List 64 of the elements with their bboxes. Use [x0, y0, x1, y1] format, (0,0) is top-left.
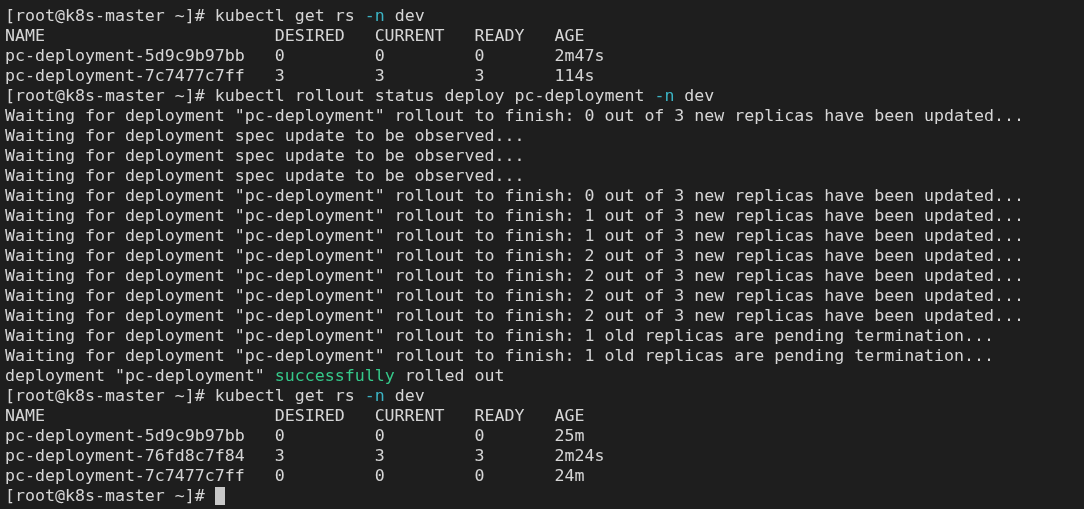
shell-prompt: [root@k8s-master ~]# — [5, 86, 205, 106]
output-text: dev — [393, 6, 425, 26]
output-text: kubectl rollout status deploy pc-deployment — [214, 86, 646, 106]
column-header: READY — [474, 406, 525, 426]
output-text: Waiting for deployment "pc-deployment" rollout to finish: 2 out of 3 new replicas have been updated... — [5, 306, 1024, 326]
ready-cell: 0 — [474, 46, 485, 66]
ready-cell: 3 — [474, 66, 485, 86]
desired-cell: 3 — [274, 446, 285, 466]
output-text: Waiting for deployment "pc-deployment" rollout to finish: 1 out of 3 new replicas have been updated... — [5, 206, 1024, 226]
column-header: CURRENT — [374, 26, 445, 46]
output-text: rolled out — [403, 366, 505, 386]
output-text: Waiting for deployment "pc-deployment" rollout to finish: 1 old replicas are pending termination... — [5, 326, 995, 346]
current-cell: 0 — [374, 466, 385, 486]
current-cell: 3 — [374, 66, 385, 86]
shell-prompt: [root@k8s-master ~]# — [5, 386, 205, 406]
option-text: -n — [654, 86, 675, 106]
output-text: Waiting for deployment "pc-deployment" rollout to finish: 1 old replicas are pending termination... — [5, 346, 995, 366]
output-text: Waiting for deployment "pc-deployment" rollout to finish: 0 out of 3 new replicas have been updated... — [5, 186, 1024, 206]
output-text: Waiting for deployment "pc-deployment" rollout to finish: 2 out of 3 new replicas have been updated... — [5, 286, 1024, 306]
age-cell: 114s — [554, 66, 595, 86]
output-text: kubectl get rs — [214, 386, 356, 406]
column-header: AGE — [554, 406, 585, 426]
current-cell: 3 — [374, 446, 385, 466]
desired-cell: 0 — [274, 466, 285, 486]
output-text: dev — [393, 386, 425, 406]
name-cell: pc-deployment-5d9c9b97bb — [5, 46, 245, 66]
desired-cell: 0 — [274, 426, 285, 446]
age-cell: 2m24s — [554, 446, 605, 466]
shell-prompt: [root@k8s-master ~]# — [5, 486, 205, 506]
ready-cell: 3 — [474, 446, 485, 466]
current-cell: 0 — [374, 46, 385, 66]
output-text: Waiting for deployment "pc-deployment" rollout to finish: 1 out of 3 new replicas have been updated... — [5, 226, 1024, 246]
output-text: Waiting for deployment "pc-deployment" rollout to finish: 2 out of 3 new replicas have been updated... — [5, 266, 1024, 286]
age-cell: 24m — [554, 466, 585, 486]
output-text: dev — [683, 86, 715, 106]
ready-cell: 0 — [474, 426, 485, 446]
option-text: -n — [364, 6, 385, 26]
name-cell: pc-deployment-5d9c9b97bb — [5, 426, 245, 446]
output-text: kubectl get rs — [214, 6, 356, 26]
column-header: READY — [474, 26, 525, 46]
desired-cell: 0 — [274, 46, 285, 66]
output-text: deployment "pc-deployment" — [5, 366, 266, 386]
column-header: CURRENT — [374, 406, 445, 426]
ready-cell: 0 — [474, 466, 485, 486]
column-header: NAME — [5, 26, 45, 46]
output-text: Waiting for deployment spec update to be observed... — [5, 126, 525, 146]
option-text: -n — [364, 386, 385, 406]
output-text: Waiting for deployment "pc-deployment" rollout to finish: 2 out of 3 new replicas have been updated... — [5, 246, 1024, 266]
desired-cell: 3 — [274, 66, 285, 86]
output-text: Waiting for deployment "pc-deployment" rollout to finish: 0 out of 3 new replicas have been updated... — [5, 106, 1024, 126]
output-text: Waiting for deployment spec update to be observed... — [5, 166, 525, 186]
column-header: DESIRED — [274, 26, 345, 46]
age-cell: 2m47s — [554, 46, 605, 66]
output-text: Waiting for deployment spec update to be observed... — [5, 146, 525, 166]
column-header: DESIRED — [274, 406, 345, 426]
name-cell: pc-deployment-76fd8c7f84 — [5, 446, 245, 466]
success-text: successfully — [274, 366, 395, 386]
shell-prompt: [root@k8s-master ~]# — [5, 6, 205, 26]
column-header: AGE — [554, 26, 585, 46]
current-cell: 0 — [374, 426, 385, 446]
name-cell: pc-deployment-7c7477c7ff — [5, 466, 245, 486]
age-cell: 25m — [554, 426, 585, 446]
name-cell: pc-deployment-7c7477c7ff — [5, 66, 245, 86]
column-header: NAME — [5, 406, 45, 426]
